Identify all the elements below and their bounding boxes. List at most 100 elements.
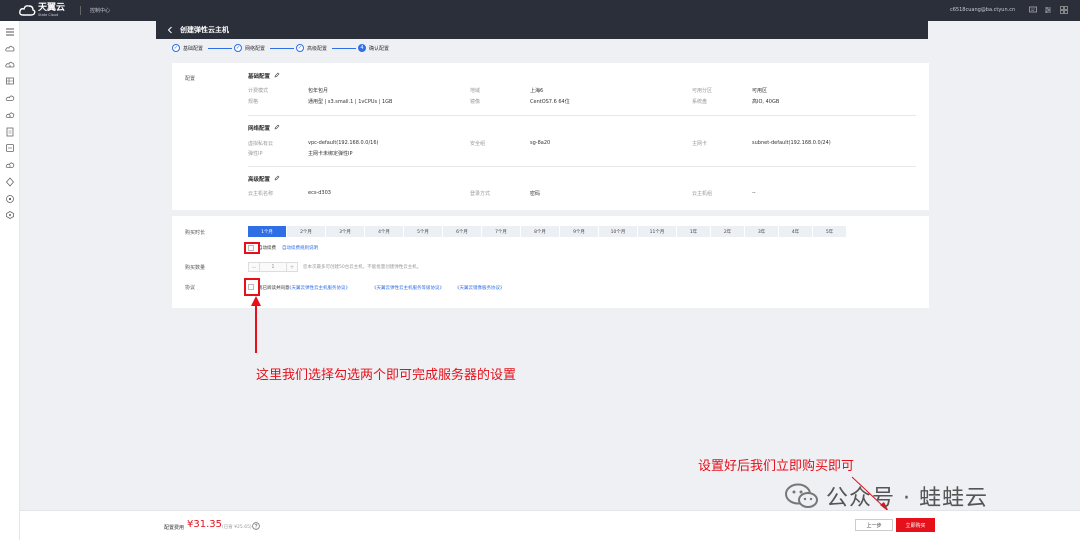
storage-icon[interactable] [5, 60, 15, 70]
page-title: 创建弹性云主机 [180, 26, 229, 34]
step-done-icon: ✓ [296, 44, 304, 52]
vpc-value: vpc-default(192.168.0.0/16) [308, 140, 379, 146]
help-icon[interactable] [252, 522, 260, 530]
security-icon[interactable] [5, 177, 15, 187]
buy-now-button[interactable]: 立即购买 [896, 518, 935, 532]
quantity-label: 购买数量 [185, 265, 206, 271]
user-email[interactable]: c6518cuang@ba.ctyun.cn [950, 7, 1015, 13]
cloud-icon[interactable] [5, 93, 15, 103]
duration-option[interactable]: 1年 [677, 226, 711, 237]
cloud-logo-icon [19, 5, 36, 16]
duration-option[interactable]: 3个月 [326, 226, 365, 237]
step-basic-config[interactable]: ✓ 基础配置 [172, 43, 203, 53]
agreement-link-ecs-service[interactable]: 《天翼云弹性云主机服务协议》 [287, 285, 350, 291]
decrement-button[interactable]: − [249, 263, 259, 271]
duration-option[interactable]: 11个月 [638, 226, 677, 237]
edit-icon[interactable] [274, 124, 280, 130]
step-label: 确认配置 [369, 45, 390, 52]
duration-option[interactable]: 8个月 [521, 226, 560, 237]
left-sidebar [0, 21, 20, 540]
progress-steps: ✓ 基础配置 ✓ 网络配置 ✓ 高级配置 4 确认配置 [172, 43, 432, 53]
document-icon[interactable] [5, 127, 15, 137]
section-divider [248, 166, 916, 167]
duration-option[interactable]: 6个月 [443, 226, 482, 237]
duration-option[interactable]: 5年 [813, 226, 847, 237]
watermark-text: 公众号 · 蛙蛙云 [826, 486, 988, 511]
eip-value: 主网卡未绑定弹性IP [308, 151, 353, 157]
step-label: 基础配置 [183, 45, 204, 52]
edit-icon[interactable] [274, 72, 280, 78]
duration-option[interactable]: 7个月 [482, 226, 521, 237]
duration-option-selected[interactable]: 1个月 [248, 226, 287, 237]
back-arrow-icon[interactable] [166, 25, 174, 35]
annotation-buy-instruction: 设置好后我们立即购买即可 [698, 459, 855, 474]
agreement-text: 我已阅读并同意 [258, 286, 290, 291]
previous-step-button[interactable]: 上一步 [855, 519, 893, 531]
management-icon[interactable] [5, 210, 15, 220]
step-advanced-config[interactable]: ✓ 高级配置 [296, 43, 327, 53]
quantity-stepper: − 1 + [248, 262, 298, 272]
fee-value: ¥31.35 [187, 519, 222, 530]
duration-option[interactable]: 9个月 [560, 226, 599, 237]
step-network-config[interactable]: ✓ 网络配置 [234, 43, 265, 53]
ctyun-logo[interactable]: 天翼云 State Cloud [19, 3, 69, 18]
instance-name-key: 云主机名称 [248, 191, 274, 197]
config-summary-card: 配置 基础配置 计费模式 包年包月 地域 上海6 可用分区 可用区 规格 通用型… [172, 63, 929, 210]
section-divider [248, 115, 916, 116]
billing-mode-key: 计费模式 [248, 88, 269, 94]
primary-nic-value: subnet-default(192.168.0.0/24) [752, 140, 831, 146]
step-label: 高级配置 [307, 45, 328, 52]
top-navigation-bar: 天翼云 State Cloud 控制中心 c6518cuang@ba.ctyun… [0, 0, 1080, 21]
duration-option[interactable]: 4个月 [365, 226, 404, 237]
page-header: 创建弹性云主机 [156, 21, 928, 39]
grid-menu-icon[interactable] [1060, 6, 1068, 14]
step-done-icon: ✓ [234, 44, 242, 52]
monitor-icon[interactable] [5, 143, 15, 153]
system-disk-key: 系统盘 [692, 99, 708, 105]
duration-option[interactable]: 4年 [779, 226, 813, 237]
hamburger-menu-icon[interactable] [5, 27, 15, 37]
settings-sliders-icon[interactable] [1044, 6, 1052, 14]
increment-button[interactable]: + [287, 263, 297, 271]
spec-key: 规格 [248, 99, 259, 105]
quantity-hint: 您本次最多可创建50台云主机，不能批量创建弹性云主机。 [303, 265, 422, 270]
spec-value: 通用型 | s3.small.1 | 1vCPUs | 1GB [308, 99, 393, 105]
agreement-link-ecs-sla[interactable]: 《天翼云弹性云主机服务等级协议》 [372, 285, 444, 291]
az-key: 可用分区 [692, 88, 713, 94]
step-connector [270, 48, 294, 49]
step-confirm-config: 4 确认配置 [358, 43, 389, 53]
step-connector [332, 48, 356, 49]
highlight-agreement-checkbox [244, 278, 260, 296]
database-icon[interactable] [5, 76, 15, 86]
cloud-server-icon[interactable] [5, 44, 15, 54]
backup-cloud-icon[interactable] [5, 160, 15, 170]
highlight-auto-renew-checkbox [244, 242, 260, 254]
vpc-key: 虚拟私有云 [248, 141, 274, 147]
region-value: 上海6 [530, 88, 544, 94]
watermark: 公众号 · 蛙蛙云 [784, 479, 988, 513]
service-icon[interactable] [5, 194, 15, 204]
duration-option[interactable]: 5个月 [404, 226, 443, 237]
duration-option[interactable]: 2个月 [287, 226, 326, 237]
az-value: 可用区 [752, 88, 768, 94]
step-connector [208, 48, 232, 49]
agreement-link-image-service[interactable]: 《天翼云镜像服务协议》 [455, 285, 505, 291]
server-group-value: -- [752, 190, 756, 196]
image-value: CentOS7.6 64位 [530, 99, 570, 105]
duration-label: 购买时长 [185, 230, 206, 236]
duration-option[interactable]: 3年 [745, 226, 779, 237]
duration-option[interactable]: 2年 [711, 226, 745, 237]
step-label: 网络配置 [245, 45, 266, 52]
edit-icon[interactable] [274, 175, 280, 181]
auto-renew-rules-link[interactable]: 自动续费规则说明 [282, 245, 318, 251]
network-icon[interactable] [5, 110, 15, 120]
bottom-action-bar: 配置费用 ¥31.35 (已省 ¥25.65) 上一步 立即购买 [20, 510, 1080, 540]
advanced-config-title: 高级配置 [248, 177, 271, 183]
message-icon[interactable] [1029, 6, 1037, 14]
quantity-value[interactable]: 1 [259, 263, 287, 271]
login-method-value: 密码 [530, 191, 541, 197]
console-link[interactable]: 控制中心 [90, 7, 110, 14]
basic-config-title: 基础配置 [248, 74, 271, 80]
config-label: 配置 [185, 76, 196, 82]
duration-option[interactable]: 10个月 [599, 226, 638, 237]
